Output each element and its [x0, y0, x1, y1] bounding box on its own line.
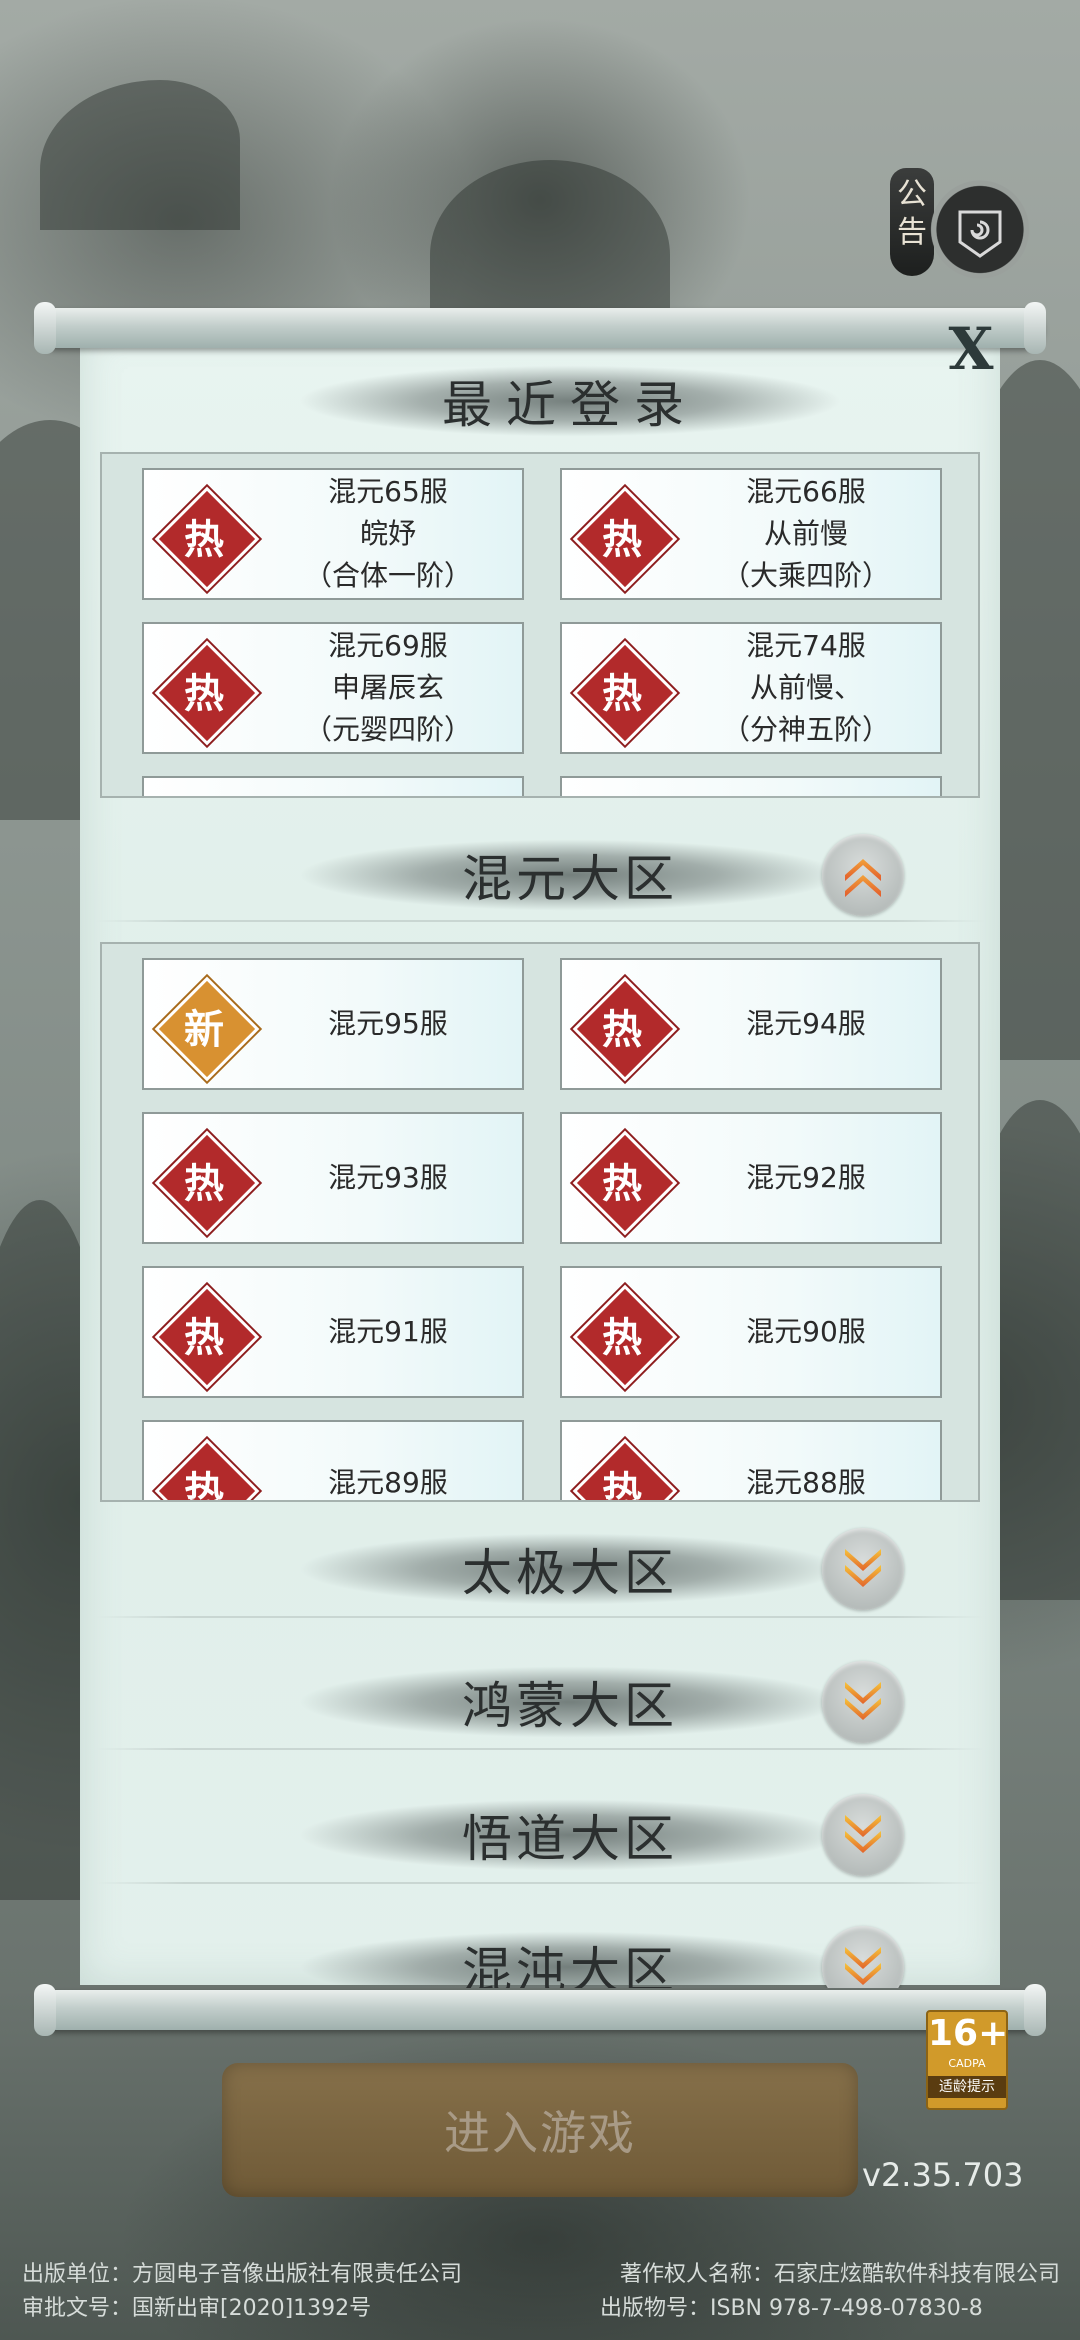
new-badge-icon: 新: [154, 976, 260, 1082]
notice-tag[interactable]: 公告: [890, 168, 934, 276]
region-header-hongmeng[interactable]: 鸿蒙大区: [300, 1665, 840, 1739]
server-name: 混元74服: [746, 629, 866, 662]
server-name: 混元69服: [328, 629, 448, 662]
collapse-region-button[interactable]: [822, 834, 904, 916]
hot-badge-icon: 热: [572, 1438, 678, 1500]
player-rank: （分神五阶）: [721, 713, 890, 746]
divider: [96, 920, 984, 922]
hot-badge-icon: 热: [572, 486, 678, 592]
chevron-down-icon: [845, 1815, 881, 1853]
server-card[interactable]: 热 混元89服: [142, 1420, 524, 1500]
footer-publisher: 出版单位：方圆电子音像出版社有限责任公司: [22, 2262, 463, 2287]
scroll-bottom-rod: [34, 1984, 1046, 2036]
chevron-down-icon: [845, 1947, 881, 1985]
server-card[interactable]: 热 混元90服: [560, 1266, 942, 1398]
recent-login-header: 最近登录: [300, 364, 840, 438]
player-name: 申屠辰玄: [331, 671, 444, 704]
hot-badge-icon: 热: [154, 640, 260, 746]
age-rating-badge: 16+ CADPA 适龄提示: [926, 2010, 1008, 2110]
region-title: 悟道大区: [462, 1810, 678, 1868]
server-card[interactable]: 热 混元65服 皖妤 （合体一阶）: [142, 468, 524, 600]
notice-shield-icon[interactable]: [930, 180, 1030, 290]
region-header-wudao[interactable]: 悟道大区: [300, 1798, 840, 1872]
hot-badge-icon: 热: [154, 1130, 260, 1236]
hot-badge-icon: 热: [572, 1130, 678, 1236]
footer-approval: 审批文号：国新出审[2020]1392号: [22, 2296, 372, 2321]
region-header-hunyuan[interactable]: 混元大区: [300, 838, 840, 912]
server-card[interactable]: 热 混元93服: [142, 1112, 524, 1244]
chevron-down-icon: [845, 1549, 881, 1587]
region-title: 太极大区: [462, 1544, 678, 1602]
expand-region-button[interactable]: [822, 1528, 904, 1610]
expand-region-button[interactable]: [822, 1661, 904, 1743]
player-name: 从前慢: [763, 517, 848, 550]
server-card[interactable]: 热 混元94服: [560, 958, 942, 1090]
chevron-up-icon: [845, 859, 881, 897]
enter-game-button[interactable]: 进入游戏: [222, 2063, 858, 2197]
player-rank: （合体一阶）: [303, 559, 472, 592]
server-name: 混元88服: [746, 1466, 866, 1499]
server-card[interactable]: 热 混元69服 申屠辰玄 （元婴四阶）: [142, 622, 524, 754]
server-card[interactable]: 新 混元95服: [142, 958, 524, 1090]
close-button[interactable]: X: [944, 320, 998, 378]
hot-badge-icon: 热: [154, 486, 260, 592]
region-header-hundun[interactable]: 混沌大区: [300, 1930, 840, 1988]
expand-region-button[interactable]: [822, 1794, 904, 1876]
player-rank: （元婴四阶）: [303, 713, 472, 746]
recent-login-title: 最近登录: [442, 376, 698, 434]
hunyuan-server-panel[interactable]: 新 混元95服 热 混元94服 热 混元93服 热 混元92服 热 混元91服 …: [100, 942, 980, 1502]
version-label: v2.35.703: [862, 2156, 1024, 2194]
scroll-top-rod: [34, 302, 1046, 354]
hot-badge-icon: 热: [572, 976, 678, 1082]
server-card-partial[interactable]: [560, 776, 942, 796]
server-name: 混元95服: [328, 1007, 448, 1040]
hot-badge-icon: 热: [154, 1438, 260, 1500]
divider: [96, 1882, 984, 1884]
server-card[interactable]: 热 混元66服 从前慢 （大乘四阶）: [560, 468, 942, 600]
chevron-down-icon: [845, 1682, 881, 1720]
server-card[interactable]: 热 混元91服: [142, 1266, 524, 1398]
server-name: 混元92服: [746, 1161, 866, 1194]
server-name: 混元66服: [746, 475, 866, 508]
divider: [96, 1616, 984, 1618]
hot-badge-icon: 热: [572, 640, 678, 746]
recent-server-panel[interactable]: 热 混元65服 皖妤 （合体一阶） 热 混元66服 从前慢 （大乘四阶） 热 混…: [100, 452, 980, 798]
server-card[interactable]: 热 混元88服: [560, 1420, 942, 1500]
player-name: 从前慢、: [749, 671, 862, 704]
server-card-partial[interactable]: [142, 776, 524, 796]
player-name: 皖妤: [359, 517, 416, 550]
server-name: 混元90服: [746, 1315, 866, 1348]
server-name: 混元65服: [328, 475, 448, 508]
region-header-taiji[interactable]: 太极大区: [300, 1532, 840, 1606]
region-title: 鸿蒙大区: [462, 1677, 678, 1735]
server-card[interactable]: 热 混元92服: [560, 1112, 942, 1244]
partial-region-clip: 混沌大区: [80, 1900, 1000, 1988]
server-card[interactable]: 热 混元74服 从前慢、 （分神五阶）: [560, 622, 942, 754]
hot-badge-icon: 热: [572, 1284, 678, 1390]
server-name: 混元89服: [328, 1466, 448, 1499]
divider: [96, 1748, 984, 1750]
footer-copyright: 著作权人名称：石家庄炫酷软件科技有限公司: [620, 2262, 1061, 2287]
region-title: 混沌大区: [462, 1942, 678, 1988]
region-title: 混元大区: [462, 850, 678, 908]
hot-badge-icon: 热: [154, 1284, 260, 1390]
server-name: 混元93服: [328, 1161, 448, 1194]
server-name: 混元94服: [746, 1007, 866, 1040]
player-rank: （大乘四阶）: [721, 559, 890, 592]
server-name: 混元91服: [328, 1315, 448, 1348]
footer-isbn: 出版物号：ISBN 978-7-498-07830-8: [600, 2296, 983, 2321]
